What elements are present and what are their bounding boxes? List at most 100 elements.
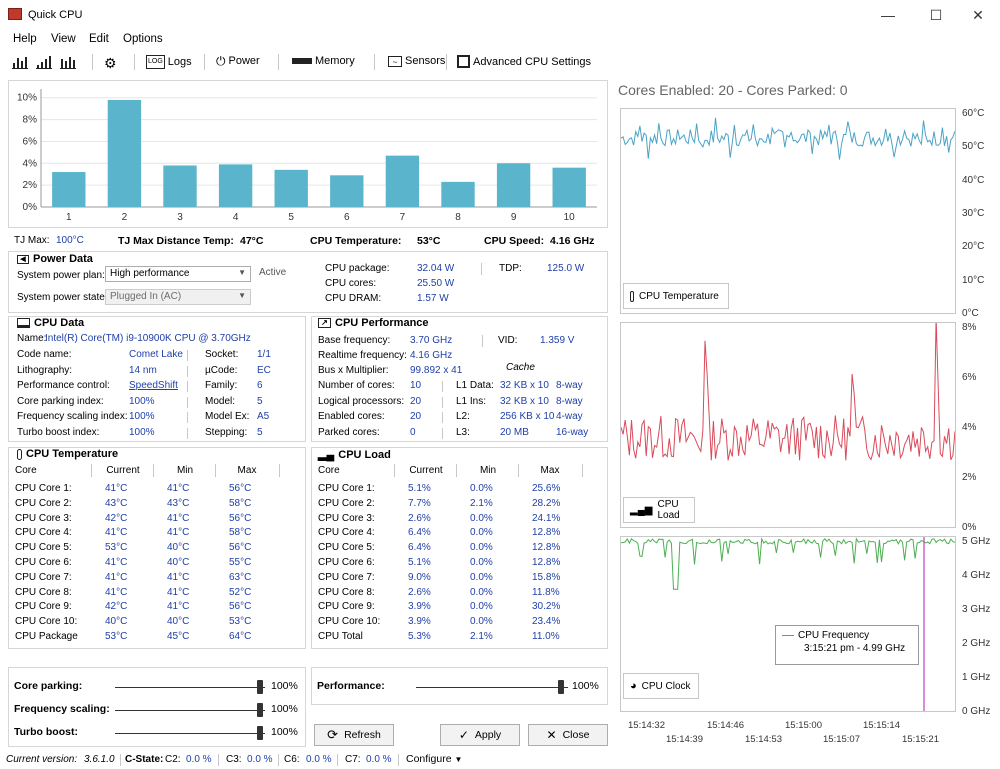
header-divider: [91, 464, 92, 477]
table-cell: 2.1%: [470, 497, 493, 509]
menu-options[interactable]: Options: [123, 33, 163, 45]
column-divider: [442, 427, 443, 439]
refresh-button[interactable]: ⟳ Refresh: [314, 724, 394, 746]
bar-chart-3-icon[interactable]: [60, 55, 76, 69]
y-tick-label: 4 GHz: [962, 570, 991, 581]
configure-menu[interactable]: Configure ▼: [406, 753, 462, 765]
cache-label: Cache: [506, 362, 535, 373]
cpu-data-panel: CPU Data Name: Intel(R) Core(TM) i9-1090…: [8, 316, 306, 442]
table-cell: 52°C: [229, 586, 252, 598]
power-data-title: Power Data: [33, 253, 93, 265]
memory-button[interactable]: Memory: [292, 55, 355, 67]
cache-level-label: L3:: [456, 426, 470, 438]
column-divider: [187, 412, 188, 423]
cpu-temperature-graph: CPU Temperature: [620, 108, 956, 314]
frequency-scaling-track[interactable]: [115, 710, 265, 711]
cpu-temperature-header: CPU Temperature: [17, 448, 118, 460]
y-tick-label: 10%: [17, 93, 37, 104]
cpu-data-value: 6: [257, 380, 263, 391]
toolbar-divider: [134, 54, 135, 70]
cache-way-value: 8-way: [556, 395, 583, 407]
c3-label: C3:: [226, 754, 242, 765]
series-line: [621, 537, 955, 590]
c7-label: C7:: [345, 754, 361, 765]
frequency-scaling-thumb[interactable]: [257, 703, 263, 717]
cache-level-label: L1 Ins:: [456, 395, 487, 407]
cpu-load-title: CPU Load: [338, 448, 391, 461]
table-cell: 42°C: [105, 512, 128, 524]
table-cell: 45°C: [167, 631, 190, 642]
column-divider: [187, 350, 188, 361]
y-tick-label: 8%: [962, 322, 977, 333]
realtime-frequency-label: Realtime frequency:: [318, 350, 407, 361]
table-cell: 41°C: [167, 586, 190, 598]
bar-core-3: [163, 165, 197, 207]
menu-help[interactable]: Help: [13, 33, 37, 45]
c6-value: 0.0 %: [306, 754, 332, 765]
table-cell: 0.0%: [470, 527, 493, 539]
table-cell: 30.2%: [532, 601, 561, 613]
x-tick-label: 6: [344, 212, 350, 223]
maximize-icon[interactable]: ☐: [920, 4, 952, 26]
column-header: Min: [176, 465, 194, 476]
table-cell: 12.8%: [532, 527, 561, 539]
x-tick-label: 3: [177, 212, 183, 223]
close-button[interactable]: ✕ Close: [528, 724, 608, 746]
table-row-label: CPU Core 2:: [15, 497, 72, 509]
minimize-icon[interactable]: —: [872, 4, 904, 26]
header-divider: [394, 464, 395, 477]
cpu-clock-legend-label: CPU Clock: [641, 680, 691, 692]
tjmax-distance-label: TJ Max Distance Temp:: [118, 235, 234, 247]
table-cell: 0.0%: [470, 601, 493, 613]
bar-chart-2-icon[interactable]: [36, 55, 52, 69]
table-cell: 64°C: [229, 631, 252, 642]
app-icon: [8, 8, 22, 20]
cpu-data-label: Model:: [205, 395, 236, 407]
frequency-scaling-value: 100%: [271, 703, 298, 715]
power-button[interactable]: ⏻ Power: [216, 55, 260, 67]
performance-label: Performance:: [317, 680, 385, 692]
column-divider: [482, 335, 483, 347]
core-parking-thumb[interactable]: [257, 680, 263, 694]
y-tick-label: 1 GHz: [962, 672, 991, 683]
gauge-icon: ◕: [630, 680, 637, 692]
table-cell: 63°C: [229, 571, 252, 583]
cache-size-value: 32 KB x 10: [500, 380, 549, 391]
menu-view[interactable]: View: [51, 33, 76, 45]
power-plan-select[interactable]: High performance ▼: [105, 266, 251, 282]
column-divider: [187, 365, 188, 377]
performance-thumb[interactable]: [558, 680, 564, 694]
header-divider: [215, 464, 216, 477]
logs-button[interactable]: LOG Logs: [146, 55, 192, 69]
table-cell: 56°C: [229, 601, 252, 613]
turbo-boost-track[interactable]: [115, 733, 265, 734]
speedshift-link[interactable]: SpeedShift: [129, 380, 178, 391]
power-section-icon: ◀: [17, 254, 29, 264]
y-tick-label: 50°C: [962, 141, 985, 153]
menu-edit[interactable]: Edit: [89, 33, 109, 45]
turbo-boost-thumb[interactable]: [257, 726, 263, 740]
bar-core-1: [52, 172, 86, 207]
apply-button[interactable]: ✓ Apply: [440, 724, 520, 746]
tjmax-value: 100°C: [56, 235, 84, 246]
performance-track[interactable]: [416, 687, 568, 688]
table-row-label: CPU Core 7:: [318, 571, 375, 583]
bar-core-8: [441, 181, 475, 207]
core-parking-track[interactable]: [115, 687, 265, 688]
close-icon[interactable]: ✕: [962, 4, 994, 26]
x-tick-label: 8: [455, 212, 461, 223]
performance-panel: Performance: 100%: [311, 667, 608, 705]
cpu-load-header: ▂▄ CPU Load: [318, 448, 391, 462]
bar-chart-1-icon[interactable]: [12, 55, 28, 69]
advanced-cpu-settings-button[interactable]: Advanced CPU Settings: [457, 55, 591, 68]
close-label: Close: [562, 729, 590, 741]
logs-label: Logs: [167, 56, 192, 68]
chevron-down-icon: ▼: [238, 268, 246, 277]
sensors-button[interactable]: ~ Sensors: [388, 55, 445, 67]
summary-row: TJ Max: 100°C TJ Max Distance Temp: 47°C…: [14, 235, 610, 249]
table-cell: 9.0%: [408, 571, 431, 583]
cpu-load-legend-label: CPU Load: [657, 499, 680, 521]
settings-gear-icon[interactable]: ⚙: [104, 55, 117, 72]
apply-label: Apply: [474, 729, 502, 741]
header-divider: [153, 464, 154, 477]
